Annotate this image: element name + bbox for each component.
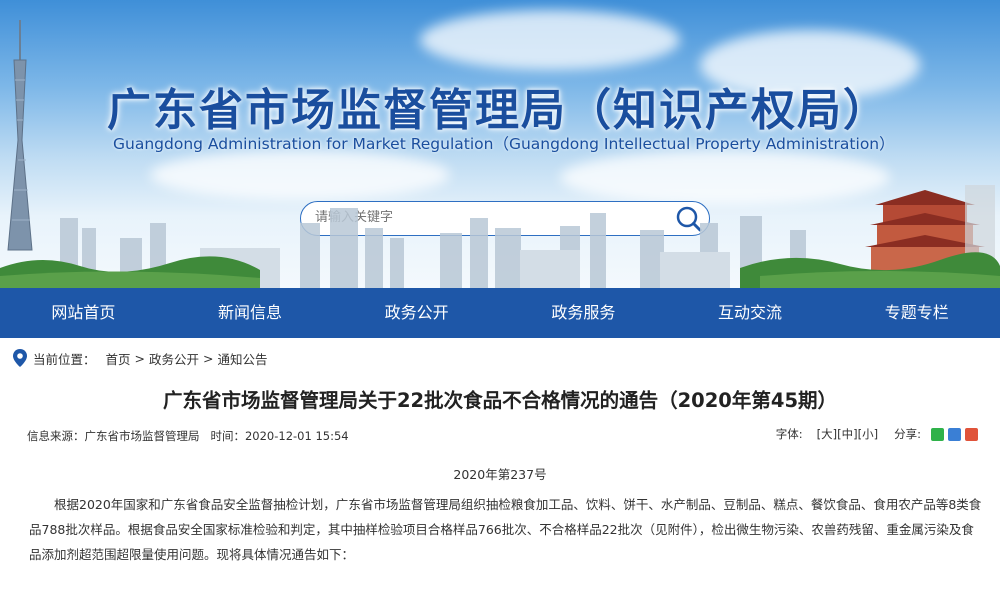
nav-item-gov-services[interactable]: 政务服务 (500, 288, 667, 338)
font-small-button[interactable]: [小] (858, 426, 878, 442)
time-label: 时间： (210, 429, 245, 443)
source-label: 信息来源： (27, 429, 85, 443)
qzone-share-icon[interactable] (948, 427, 961, 441)
breadcrumb-prefix: 当前位置： (33, 351, 96, 367)
nav-item-gov-affairs[interactable]: 政务公开 (333, 288, 500, 338)
article-tools: 字体: [大] [中] [小] 分享: (776, 426, 978, 442)
nav-item-interaction[interactable]: 互动交流 (667, 288, 834, 338)
breadcrumb-separator: > (203, 350, 214, 366)
font-medium-button[interactable]: [中] (837, 426, 857, 442)
location-pin-icon (13, 349, 27, 367)
article-meta: 信息来源：广东省市场监督管理局 时间：2020-12-01 15:54 字体: … (0, 420, 1000, 452)
document-number: 2020年第237号 (453, 467, 547, 482)
main-nav: 网站首页 新闻信息 政务公开 政务服务 互动交流 专题专栏 (0, 288, 1000, 338)
font-size-label: 字体: (775, 427, 803, 441)
cloud (420, 10, 680, 70)
article-body-paragraph: 根据2020年国家和广东省食品安全监督抽检计划，广东省市场监督管理局组织抽检粮食… (29, 497, 982, 562)
nav-item-news[interactable]: 新闻信息 (167, 288, 334, 338)
city-skyline (0, 208, 1000, 288)
site-title: 广东省市场监督管理局（知识产权局） (107, 85, 889, 136)
time-value: 2020-12-01 15:54 (244, 429, 349, 443)
site-subtitle: Guangdong Administration for Market Regu… (113, 135, 895, 153)
breadcrumb-home-link[interactable]: 首页 (106, 349, 131, 368)
nav-item-home[interactable]: 网站首页 (0, 288, 167, 338)
breadcrumb-gov-affairs-link[interactable]: 政务公开 (149, 349, 199, 368)
font-large-button[interactable]: [大] (817, 426, 837, 442)
share-label: 分享: (894, 427, 921, 441)
breadcrumb-notices-link[interactable]: 通知公告 (218, 349, 268, 368)
breadcrumb-separator: > (134, 350, 146, 366)
article-source-time: 信息来源：广东省市场监督管理局 时间：2020-12-01 15:54 (27, 428, 349, 444)
breadcrumb: 当前位置： 首页 > 政务公开 > 通知公告 (0, 338, 1000, 378)
article-title: 广东省市场监督管理局关于22批次食品不合格情况的通告（2020年第45期） (162, 389, 838, 412)
header-banner: 广东省市场监督管理局（知识产权局） Guangdong Administrati… (0, 0, 1000, 288)
weibo-share-icon[interactable] (965, 427, 978, 441)
source-value: 广东省市场监督管理局 (84, 429, 200, 443)
wechat-share-icon[interactable] (931, 427, 944, 441)
nav-item-topics[interactable]: 专题专栏 (833, 288, 1000, 338)
